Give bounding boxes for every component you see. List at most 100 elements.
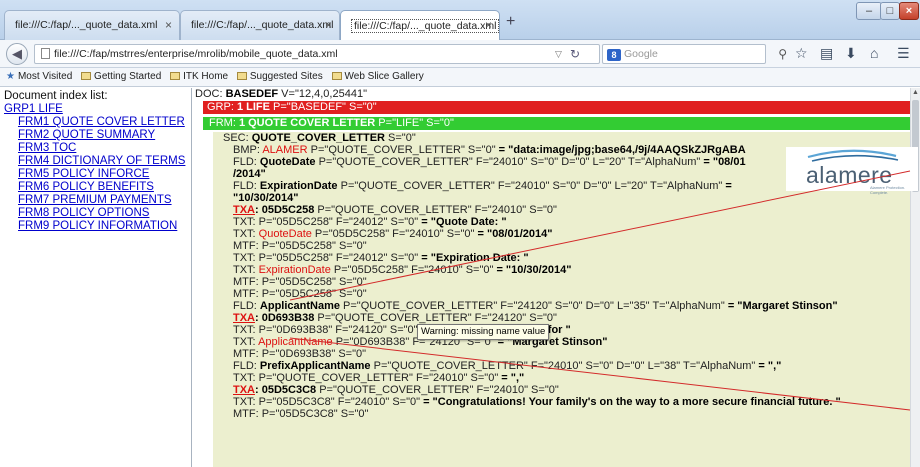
- tree-line: TXT: P="QUOTE_COVER_LETTER" F="24010" S=…: [233, 373, 524, 385]
- tab-title: file:///C:/fap/..._quote_data.xml: [15, 19, 158, 31]
- document-index-panel: Document index list: GRP1 LIFE FRM1 QUOT…: [0, 88, 192, 467]
- folder-icon: [331, 72, 342, 80]
- node-attrs: P="05D5C258" F="24012" S="0": [258, 253, 419, 264]
- node-value: "10/30/2014": [233, 193, 299, 204]
- index-link-form[interactable]: FRM6 POLICY BENEFITS: [4, 181, 191, 194]
- tree-line: TXA: 05D5C258 P="QUOTE_COVER_LETTER" F="…: [233, 205, 557, 217]
- browser-tab[interactable]: file:///C:/fap/..._quote_data.xml ×: [4, 10, 180, 40]
- tab-close-icon[interactable]: ×: [165, 18, 172, 32]
- tab-strip: file:///C:/fap/..._quote_data.xml × file…: [0, 0, 920, 41]
- node-attrs: P="QUOTE_COVER_LETTER" F="24010" S="0": [314, 205, 557, 216]
- node-tag: FLD:: [233, 361, 260, 372]
- node-value: = ",": [755, 361, 782, 372]
- node-name: : 05D5C3C8: [255, 385, 317, 396]
- node-tag: TXT:: [233, 253, 259, 264]
- tree-line: FLD: ApplicantName P="QUOTE_COVER_LETTER…: [233, 301, 838, 313]
- node-name: ExpirationDate: [258, 265, 331, 276]
- node-name: ExpirationDate: [259, 181, 338, 192]
- form-name: 1 QUOTE COVER LETTER: [238, 117, 376, 129]
- node-name: ApplicantName: [259, 301, 340, 312]
- url-bar[interactable]: file:///C:/fap/mstrres/enterprise/mrolib…: [34, 44, 600, 64]
- minimize-button[interactable]: –: [856, 2, 882, 20]
- new-tab-button[interactable]: +: [506, 13, 515, 31]
- scroll-up-icon[interactable]: ▲: [912, 89, 919, 96]
- index-link-form[interactable]: FRM3 TOC: [4, 142, 191, 155]
- index-title: Document index list:: [4, 90, 108, 102]
- node-tag: FLD:: [233, 181, 260, 192]
- close-window-button[interactable]: ×: [899, 2, 919, 20]
- node-attrs: P="QUOTE_COVER_LETTER" F="24120" S="0" D…: [339, 301, 725, 312]
- folder-icon: [81, 72, 92, 80]
- node-tag-link[interactable]: TXA: [233, 313, 255, 324]
- node-tag: FLD:: [233, 301, 260, 312]
- node-tag: MTF:: [233, 409, 262, 420]
- node-value: = "Quote Date: ": [418, 217, 507, 228]
- bookmark-item[interactable]: Getting Started: [81, 68, 161, 86]
- download-icon[interactable]: ⬇: [845, 45, 857, 62]
- bookmark-item[interactable]: Suggested Sites: [236, 68, 323, 86]
- node-attrs: P="QUOTE_COVER_LETTER" F="24010" S="0" D…: [315, 157, 701, 168]
- tab-title: file:///C:/fap/..._quote_data.xml: [351, 19, 499, 33]
- bookmark-item[interactable]: Web Slice Gallery: [331, 68, 424, 86]
- node-value: = "08/01: [700, 157, 746, 168]
- index-link-form[interactable]: FRM4 DICTIONARY OF TERMS: [4, 155, 191, 168]
- bookmark-item[interactable]: ★ Most Visited: [6, 68, 72, 86]
- index-link-form[interactable]: FRM7 PREMIUM PAYMENTS: [4, 194, 191, 207]
- tab-close-icon[interactable]: ×: [325, 18, 332, 32]
- chevron-down-icon[interactable]: ▽: [555, 45, 562, 63]
- clipboard-icon[interactable]: ▤: [820, 45, 833, 62]
- node-tag: MTF:: [233, 349, 262, 360]
- node-attrs: P="05D5C3C8" S="0": [261, 409, 369, 420]
- tree-line: MTF: P="05D5C258" S="0": [233, 289, 367, 301]
- tree-line: TXT: ExpirationDate P="05D5C258" F="2401…: [233, 265, 571, 277]
- tree-line: TXT: P="05D5C3C8" F="24010" S="0" = "Con…: [233, 397, 841, 409]
- index-link-form[interactable]: FRM9 POLICY INFORMATION: [4, 220, 191, 233]
- node-tag-link[interactable]: TXA: [233, 385, 255, 396]
- node-attrs: P="QUOTE_COVER_LETTER" F="24120" S="0": [314, 313, 557, 324]
- back-arrow-icon[interactable]: ◀: [6, 43, 28, 65]
- search-bar[interactable]: 8 Google ⚲: [602, 44, 787, 64]
- index-link-form[interactable]: FRM8 POLICY OPTIONS: [4, 207, 191, 220]
- index-link-group[interactable]: GRP1 LIFE: [4, 103, 191, 116]
- logo-tagline: Alamere Protection. Complete.: [870, 185, 906, 195]
- tree-line: TXA: 0D693B38 P="QUOTE_COVER_LETTER" F="…: [233, 313, 557, 325]
- index-link-form[interactable]: FRM5 POLICY INFORCE: [4, 168, 191, 181]
- node-tag-link[interactable]: TXA: [233, 205, 255, 216]
- tree-line: TXT: QuoteDate P="05D5C258" F="24010" S=…: [233, 229, 552, 241]
- node-value: = "Congratulations! Your family's on the…: [420, 397, 841, 408]
- tab-close-icon[interactable]: ×: [485, 18, 492, 32]
- index-link-form[interactable]: FRM2 QUOTE SUMMARY: [4, 129, 191, 142]
- bookmark-item[interactable]: ITK Home: [170, 68, 228, 86]
- menu-icon[interactable]: ☰: [897, 45, 910, 62]
- node-name: PrefixApplicantName: [259, 361, 371, 372]
- document-tree-panel: DOC: BASEDEF V="12,4,0,25441" GRP: 1 LIF…: [193, 88, 920, 467]
- node-name: ApplicantName: [258, 337, 333, 348]
- node-tag: TXT:: [233, 265, 259, 276]
- node-attrs: P="05D5C258" F="24010" S="0": [311, 229, 475, 240]
- node-value: = "Margaret Stinson": [724, 301, 838, 312]
- browser-tab-active[interactable]: file:///C:/fap/..._quote_data.xml ×: [340, 10, 500, 41]
- tree-line: TXT: P="05D5C258" F="24012" S="0" = "Exp…: [233, 253, 529, 265]
- node-name: QuoteDate: [259, 157, 316, 168]
- reload-icon[interactable]: ↻: [570, 45, 580, 63]
- group-node-bar[interactable]: GRP: 1 LIFE P="BASEDEF" S="0": [203, 101, 911, 114]
- index-link-form[interactable]: FRM1 QUOTE COVER LETTER: [4, 116, 191, 129]
- search-engine-icon[interactable]: 8: [607, 49, 621, 61]
- node-attrs: P="05D5C258" S="0": [261, 241, 367, 252]
- node-attrs: P="QUOTE_COVER_LETTER" F="24010" S="0": [316, 385, 559, 396]
- browser-tab[interactable]: file:///C:/fap/..._quote_data.xml ×: [180, 10, 340, 40]
- tree-line: /2014": [233, 169, 266, 181]
- form-node-bar[interactable]: FRM: 1 QUOTE COVER LETTER P="LIFE" S="0": [203, 117, 911, 130]
- maximize-button[interactable]: □: [880, 2, 900, 20]
- home-icon[interactable]: ⌂: [870, 45, 878, 61]
- star-icon[interactable]: ☆: [795, 45, 808, 62]
- tree-line: MTF: P="0D693B38" S="0": [233, 349, 366, 361]
- vertical-scrollbar[interactable]: ▲: [910, 88, 920, 467]
- node-name: ALAMER: [262, 145, 308, 156]
- search-icon[interactable]: ⚲: [778, 45, 787, 63]
- node-value: /2014": [233, 169, 266, 180]
- bookmarks-toolbar: ★ Most Visited Getting Started ITK Home S…: [0, 68, 920, 87]
- node-attrs: P="05D5C3C8" F="24010" S="0": [258, 397, 421, 408]
- node-name: QuoteDate: [258, 229, 312, 240]
- tree-line: FLD: ExpirationDate P="QUOTE_COVER_LETTE…: [233, 181, 732, 193]
